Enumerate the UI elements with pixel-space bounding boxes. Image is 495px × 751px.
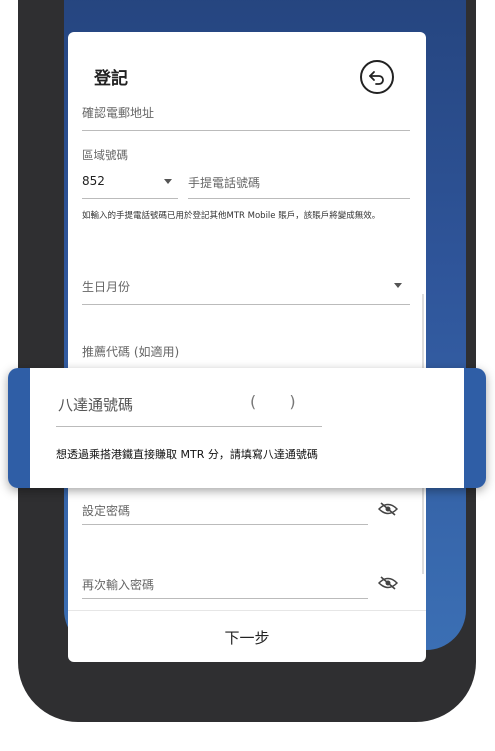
octopus-hint-text: 想透過乘搭港鐵直接賺取 MTR 分，請填寫八達通號碼 — [56, 448, 318, 461]
area-code-select[interactable]: 852 — [82, 174, 105, 188]
octopus-number-highlight: 八達通號碼 ( ) 想透過乘搭港鐵直接賺取 MTR 分，請填寫八達通號碼 — [8, 368, 486, 488]
confirm-password-underline — [82, 598, 368, 599]
chevron-down-icon[interactable] — [394, 283, 402, 288]
octopus-number-input[interactable]: 八達通號碼 — [58, 394, 133, 415]
eye-off-icon[interactable] — [378, 576, 398, 590]
octopus-number-underline — [56, 426, 322, 427]
registration-form: 登記 確認電郵地址 區域號碼 852 手提電話號碼 如輸入的手提電話號碼已用於登… — [68, 32, 426, 662]
mobile-notice-text: 如輸入的手提電話號碼已用於登記其他MTR Mobile 賬戶，該賬戶將變成無效。 — [82, 211, 381, 221]
mobile-number-input[interactable]: 手提電話號碼 — [188, 174, 260, 191]
mobile-number-underline — [188, 198, 410, 199]
confirm-email-underline — [82, 130, 410, 131]
birth-month-select[interactable]: 生日月份 — [82, 278, 130, 295]
set-password-input[interactable]: 設定密碼 — [82, 502, 130, 519]
area-code-underline — [82, 198, 178, 199]
birth-month-underline — [82, 304, 410, 305]
back-arrow-icon — [369, 71, 384, 85]
confirm-email-input[interactable]: 確認電郵地址 — [82, 104, 154, 121]
highlight-accent-left — [8, 368, 30, 488]
next-button-label: 下一步 — [224, 628, 270, 647]
back-button[interactable] — [360, 60, 394, 94]
area-code-label: 區域號碼 — [82, 148, 128, 162]
page-title: 登記 — [94, 69, 128, 89]
confirm-password-input[interactable]: 再次輸入密碼 — [82, 576, 154, 593]
octopus-field-container: 八達通號碼 ( ) 想透過乘搭港鐵直接賺取 MTR 分，請填寫八達通號碼 — [30, 368, 464, 488]
eye-off-icon[interactable] — [378, 502, 398, 516]
octopus-check-digit[interactable]: ( ) — [250, 392, 310, 411]
highlight-accent-right — [464, 368, 486, 488]
chevron-down-icon[interactable] — [164, 179, 172, 184]
set-password-underline — [82, 524, 368, 525]
next-button[interactable]: 下一步 — [68, 610, 426, 663]
referral-code-input[interactable]: 推薦代碼 (如適用) — [82, 343, 179, 360]
